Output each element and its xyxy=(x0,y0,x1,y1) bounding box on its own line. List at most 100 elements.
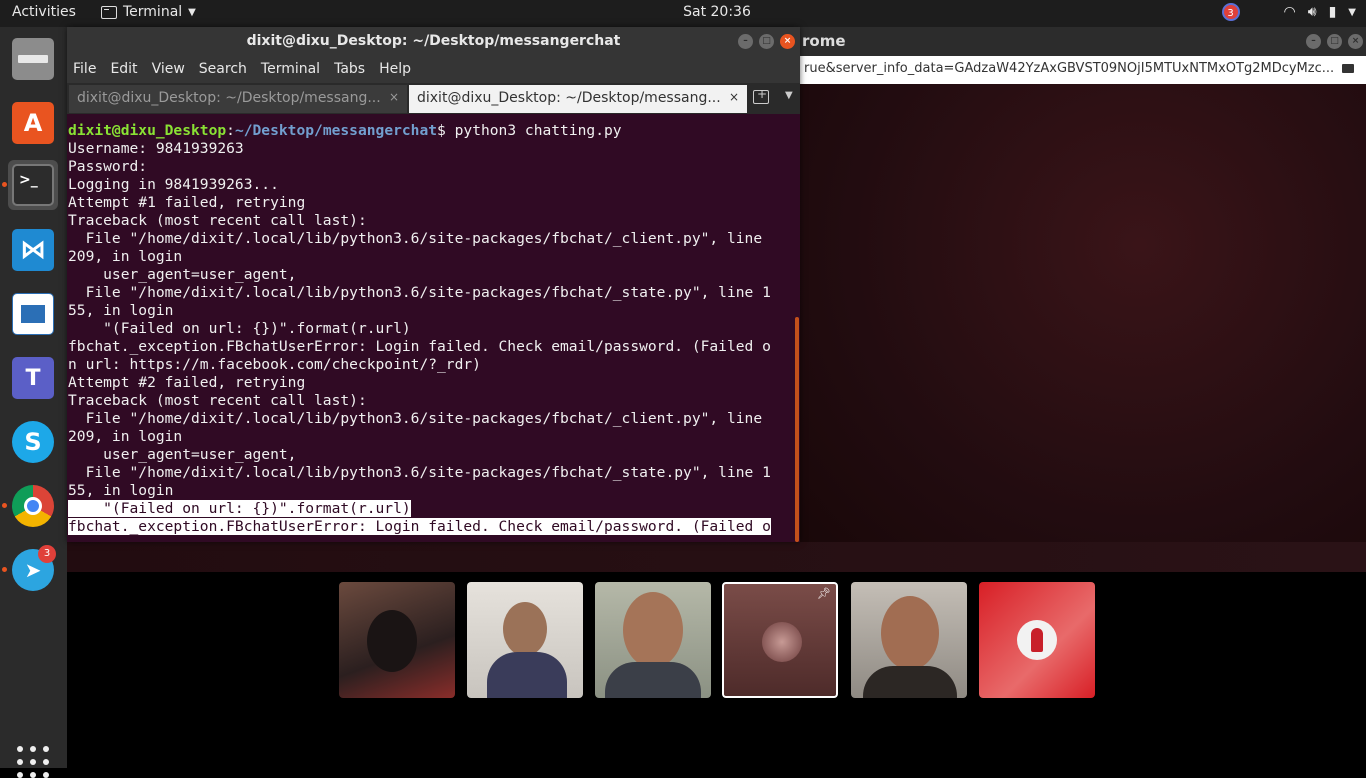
window-title: dixit@dixu_Desktop: ~/Desktop/messangerc… xyxy=(246,33,621,49)
terminal-icon: >_ xyxy=(12,164,54,206)
notification-badge[interactable]: 3 xyxy=(1221,3,1240,21)
tab-1[interactable]: dixit@dixu_Desktop: ~/Desktop/messang...… xyxy=(69,85,407,113)
participant-tile-1[interactable] xyxy=(339,582,455,698)
terminal-scrollbar[interactable] xyxy=(795,317,799,542)
selected-text: "(Failed on url: {})".format(r.url) xyxy=(68,500,411,517)
call-stage-background xyxy=(67,542,1366,572)
output-line: File "/home/dixit/.local/lib/python3.6/s… xyxy=(68,464,771,481)
menu-tabs[interactable]: Tabs xyxy=(334,61,365,83)
battery-icon[interactable]: ▮ xyxy=(1329,4,1337,20)
output-line: File "/home/dixit/.local/lib/python3.6/s… xyxy=(68,284,771,301)
dock-software[interactable]: A xyxy=(8,98,58,148)
top-bar: Activities Terminal ▼ Sat 20:36 3 ◠ 🔊︎ ▮… xyxy=(0,0,1366,27)
person-silhouette xyxy=(367,610,417,672)
terminal-window-controls: – □ × xyxy=(738,34,795,49)
menu-file[interactable]: File xyxy=(73,61,96,83)
minimize-icon[interactable]: – xyxy=(738,34,753,49)
menu-search[interactable]: Search xyxy=(199,61,247,83)
running-indicator xyxy=(2,567,7,572)
output-line: n url: https://m.facebook.com/checkpoint… xyxy=(68,356,481,373)
close-icon[interactable]: × xyxy=(1348,34,1363,49)
dock-skype[interactable]: S xyxy=(8,417,58,467)
terminal-window: dixit@dixu_Desktop: ~/Desktop/messangerc… xyxy=(67,27,800,542)
output-line: Traceback (most recent call last): xyxy=(68,392,367,409)
tab-close-icon[interactable]: × xyxy=(729,90,739,104)
output-line: File "/home/dixit/.local/lib/python3.6/s… xyxy=(68,230,763,247)
tab-close-icon[interactable]: × xyxy=(389,90,399,104)
output-line: "(Failed on url: {})".format(r.url) xyxy=(68,500,800,518)
participant-tile-3[interactable] xyxy=(595,582,711,698)
chrome-url-bar[interactable]: rue&server_info_data=GAdzaW42YzAxGBVST09… xyxy=(800,56,1366,84)
dock-telegram[interactable]: ➤ 3 xyxy=(2,545,58,595)
participant-tile-6[interactable] xyxy=(979,582,1095,698)
avatar xyxy=(1017,620,1057,660)
dock-terminal[interactable]: >_ xyxy=(2,160,58,210)
wifi-icon[interactable]: ◠ xyxy=(1284,4,1296,20)
prompt-separator: : xyxy=(226,122,235,139)
person-body xyxy=(487,652,567,698)
volume-icon[interactable]: 🔊︎ xyxy=(1308,4,1317,20)
terminal-menubar: File Edit View Search Terminal Tabs Help xyxy=(67,56,800,83)
pin-icon[interactable]: 📌︎ xyxy=(817,587,831,600)
dock-writer[interactable] xyxy=(8,289,58,339)
prompt-command: $ python3 chatting.py xyxy=(437,122,622,139)
prompt-line: dixit@dixu_Desktop:~/Desktop/messangerch… xyxy=(68,122,800,140)
maximize-icon[interactable]: □ xyxy=(1327,34,1342,49)
output-line: Traceback (most recent call last): xyxy=(68,212,367,229)
dock-files[interactable] xyxy=(8,34,58,84)
output-line: Attempt #1 failed, retrying xyxy=(68,194,306,211)
output-line: fbchat._exception.FBchatUserError: Login… xyxy=(68,518,800,536)
chrome-titlebar[interactable]: rome – □ × xyxy=(800,27,1366,56)
new-tab-icon[interactable] xyxy=(753,87,769,104)
selected-text: fbchat._exception.FBchatUserError: Login… xyxy=(68,518,771,535)
chrome-title: rome xyxy=(802,32,846,50)
close-icon[interactable]: × xyxy=(780,34,795,49)
output-line: File "/home/dixit/.local/lib/python3.6/s… xyxy=(68,410,763,427)
tab-2[interactable]: dixit@dixu_Desktop: ~/Desktop/messang...… xyxy=(409,85,747,113)
output-lines: Username: 9841939263 Password: Logging in… xyxy=(68,140,800,500)
chrome-window-controls: – □ × xyxy=(1306,34,1363,49)
output-line: 209, in login xyxy=(68,248,183,265)
teams-icon: T xyxy=(12,357,54,399)
output-line: user_agent=user_agent, xyxy=(68,446,297,463)
output-line: Username: 9841939263 xyxy=(68,140,244,157)
person-body xyxy=(605,662,701,698)
person-face xyxy=(881,596,939,670)
tab-label: dixit@dixu_Desktop: ~/Desktop/messang... xyxy=(417,90,721,106)
avatar xyxy=(762,622,802,662)
terminal-output[interactable]: dixit@dixu_Desktop:~/Desktop/messangerch… xyxy=(67,114,800,542)
chevron-down-icon[interactable]: ▼ xyxy=(785,90,793,101)
output-line: 55, in login xyxy=(68,302,174,319)
prompt-user: dixit@dixu_Desktop xyxy=(68,122,227,139)
person-face xyxy=(503,602,547,656)
system-tray[interactable]: 3 ◠ 🔊︎ ▮ ▼ xyxy=(1221,3,1356,21)
participant-tile-5[interactable] xyxy=(851,582,967,698)
output-line: 209, in login xyxy=(68,428,183,445)
dock-chrome[interactable] xyxy=(2,481,58,531)
terminal-tab-bar: dixit@dixu_Desktop: ~/Desktop/messang...… xyxy=(67,83,800,114)
minimize-icon[interactable]: – xyxy=(1306,34,1321,49)
menu-view[interactable]: View xyxy=(152,61,185,83)
url-text: rue&server_info_data=GAdzaW42YzAxGBVST09… xyxy=(804,61,1335,76)
menu-edit[interactable]: Edit xyxy=(110,61,137,83)
person-face xyxy=(623,592,683,668)
maximize-icon[interactable]: □ xyxy=(759,34,774,49)
show-applications-button[interactable] xyxy=(17,746,49,778)
writer-icon xyxy=(12,293,54,335)
clock[interactable]: Sat 20:36 xyxy=(0,4,1366,20)
terminal-titlebar[interactable]: dixit@dixu_Desktop: ~/Desktop/messangerc… xyxy=(67,27,800,56)
dock-teams[interactable]: T xyxy=(8,353,58,403)
participant-tiles: 📌︎ xyxy=(339,582,1095,698)
menu-terminal[interactable]: Terminal xyxy=(261,61,320,83)
dock-vscode[interactable]: ⋈ xyxy=(8,225,58,275)
tab-label: dixit@dixu_Desktop: ~/Desktop/messang... xyxy=(77,90,381,106)
output-line: "(Failed on url: {})".format(r.url) xyxy=(68,320,411,337)
participant-tile-2[interactable] xyxy=(467,582,583,698)
camera-icon[interactable] xyxy=(1342,64,1354,73)
running-indicator xyxy=(2,503,7,508)
skype-icon: S xyxy=(12,421,54,463)
participant-tile-4[interactable]: 📌︎ xyxy=(722,582,838,698)
chevron-down-icon[interactable]: ▼ xyxy=(1348,7,1356,18)
menu-help[interactable]: Help xyxy=(379,61,411,83)
chrome-window-content xyxy=(800,27,1366,572)
